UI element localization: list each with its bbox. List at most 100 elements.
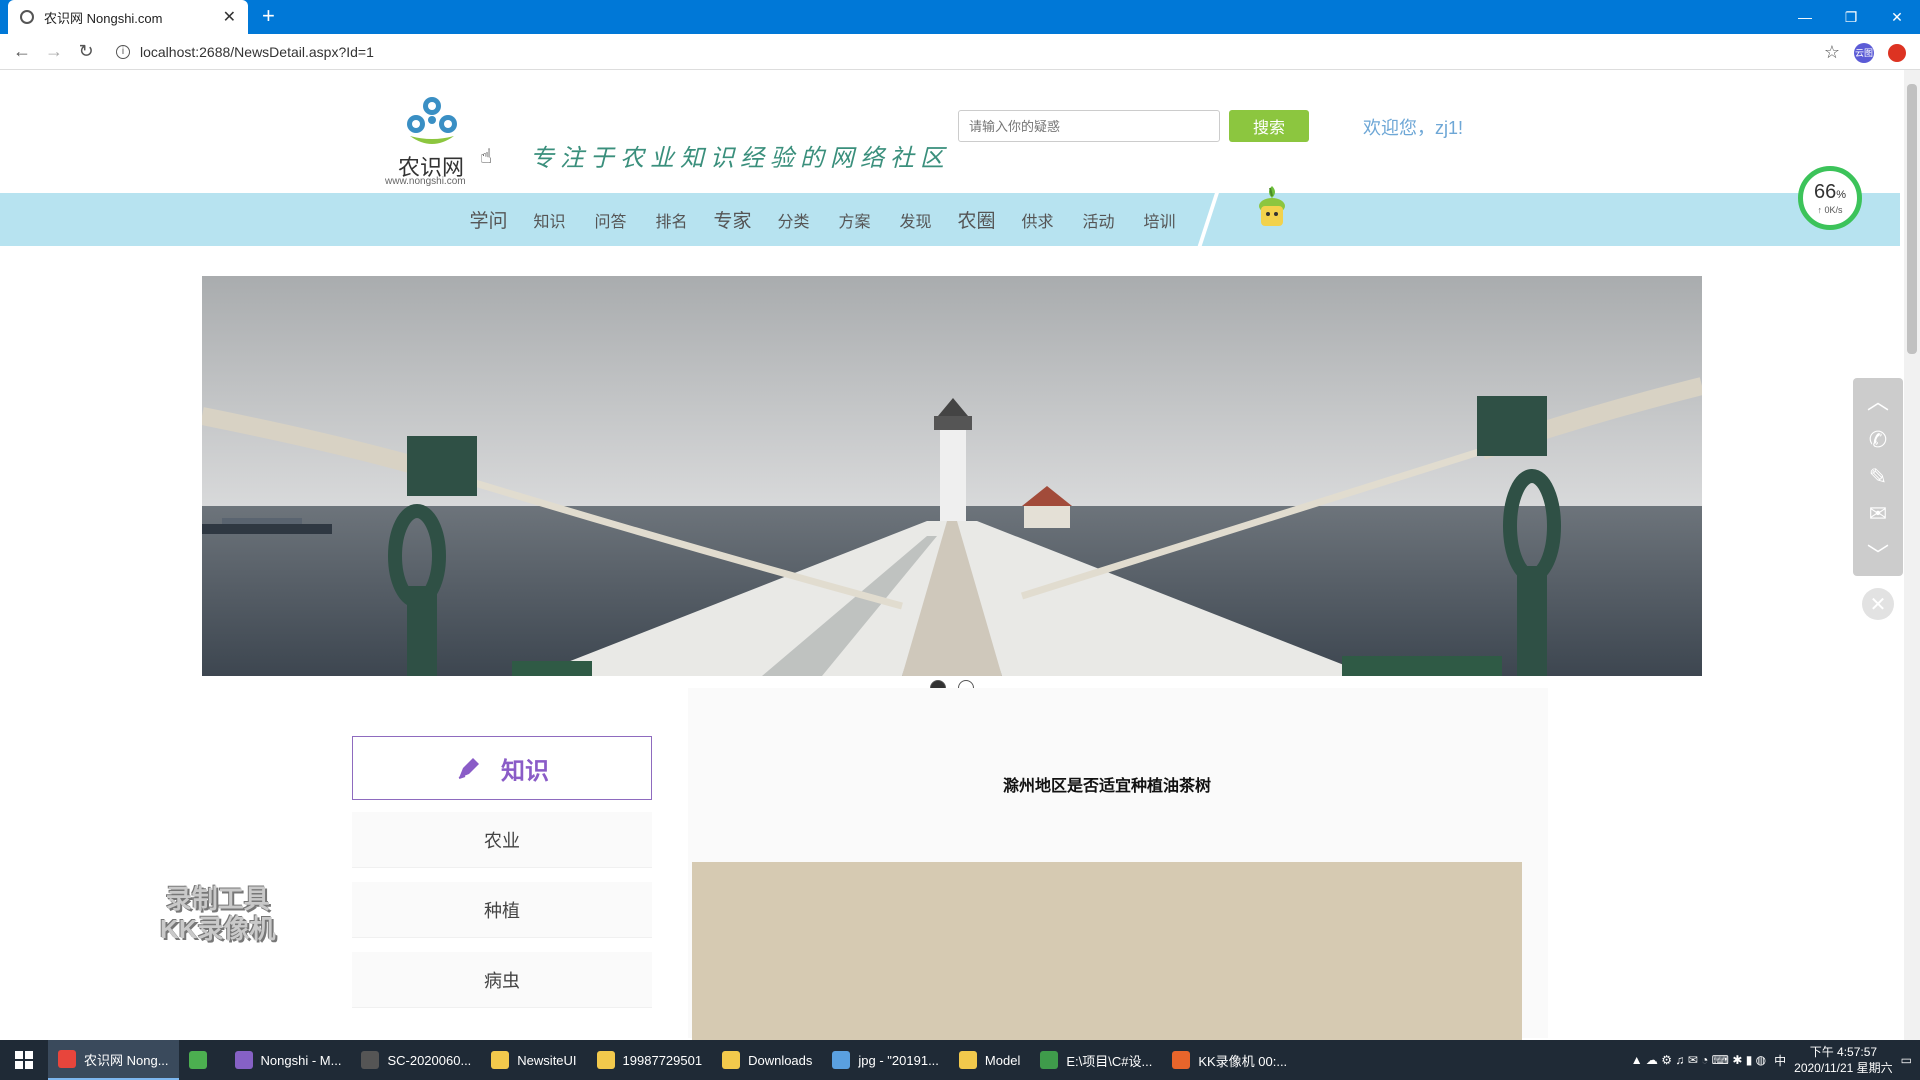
taskbar-item[interactable]: 农识网 Nong...: [48, 1040, 179, 1080]
taskbar-app-icon: [832, 1051, 851, 1069]
logo-url: www.nongshi.com: [385, 176, 466, 187]
url-text: localhost:2688/NewsDetail.aspx?Id=1: [140, 43, 374, 60]
taskbar-item-label: Nongshi - M...: [260, 1052, 342, 1068]
nav-item-fangan[interactable]: 方案: [824, 208, 885, 232]
ime-indicator[interactable]: 中: [1774, 1052, 1786, 1069]
mail-icon[interactable]: ✉: [1869, 501, 1887, 527]
meter-speed: ↑ 0K/s: [1817, 204, 1843, 215]
taskbar-item-label: jpg - "20191...: [858, 1052, 939, 1068]
page-favicon-icon: [20, 10, 34, 24]
category-panel-header[interactable]: 知识: [352, 736, 652, 800]
nav-item-xuewen[interactable]: 学问: [458, 206, 519, 233]
reload-icon[interactable]: ↻: [70, 41, 102, 62]
meter-percent: 66: [1813, 180, 1837, 203]
main-nav: 学问 知识 问答 排名 专家 分类 方案 发现 农圈 供求 活动 培训: [0, 193, 1900, 246]
search-button[interactable]: 搜索: [1229, 110, 1309, 142]
scroll-up-icon[interactable]: ︿: [1867, 384, 1889, 416]
extension-icon[interactable]: 云图: [1854, 42, 1874, 63]
category-panel-title: 知识: [501, 757, 549, 785]
watermark-line-2: KK录像机: [160, 914, 276, 944]
nav-item-zhishi[interactable]: 知识: [519, 208, 580, 232]
taskbar-item[interactable]: 19987729501: [587, 1040, 713, 1080]
category-item-nongye[interactable]: 农业: [352, 812, 652, 868]
taskbar: 农识网 Nong... Nongshi - M... SC-2020060... Ne…: [0, 1040, 1920, 1080]
mascot-icon: [1259, 186, 1285, 226]
category-item-zhongzhi[interactable]: 种植: [352, 882, 652, 938]
extension-red-icon[interactable]: [1888, 43, 1906, 62]
taskbar-item-label: NewsiteUI: [517, 1052, 577, 1068]
scrollbar-thumb[interactable]: [1907, 84, 1917, 354]
category-item-bingchong[interactable]: 病虫: [352, 952, 652, 1008]
taskbar-app-icon: [958, 1051, 977, 1069]
taskbar-item-label: 19987729501: [622, 1052, 703, 1068]
taskbar-item[interactable]: [179, 1040, 225, 1080]
nav-item-peixun[interactable]: 培训: [1129, 208, 1190, 232]
taskbar-item[interactable]: NewsiteUI: [481, 1040, 586, 1080]
taskbar-app-icon: [1040, 1051, 1059, 1069]
logo-flower-icon[interactable]: [402, 92, 462, 148]
taskbar-item-label: Downloads: [748, 1052, 813, 1068]
restore-icon[interactable]: ❐: [1828, 0, 1874, 34]
taskbar-app-icon: [491, 1051, 510, 1069]
windows-start-icon[interactable]: [0, 1040, 48, 1080]
page-scrollbar[interactable]: [1904, 70, 1920, 1040]
tab-close-icon[interactable]: ✕: [223, 7, 236, 27]
taskbar-item[interactable]: KK录像机 00:...: [1162, 1040, 1297, 1080]
taskbar-item[interactable]: Downloads: [712, 1040, 822, 1080]
close-window-icon[interactable]: ✕: [1874, 0, 1920, 34]
article-image: [692, 862, 1522, 1040]
welcome-text[interactable]: 欢迎您，zj1!: [1363, 114, 1463, 140]
nav-item-huodong[interactable]: 活动: [1068, 208, 1129, 232]
nav-item-faxian[interactable]: 发现: [885, 208, 946, 232]
bookmark-star-icon[interactable]: ☆: [1824, 42, 1840, 63]
clock[interactable]: 下午 4:57:57 2020/11/21 星期六: [1794, 1044, 1893, 1076]
edit-icon[interactable]: ✎: [1869, 464, 1887, 490]
pen-icon: [458, 758, 479, 779]
taskbar-item[interactable]: E:\项目\C#设...: [1030, 1040, 1162, 1080]
search-input[interactable]: [958, 110, 1220, 142]
nav-item-fenlei[interactable]: 分类: [763, 208, 824, 232]
tray-icons[interactable]: ▲ ☁ ⚙ ♫ ✉ ◔ ⌨ ✱ ▮ ◍: [1631, 1053, 1766, 1067]
notification-icon[interactable]: ▭: [1901, 1053, 1912, 1067]
network-speed-meter[interactable]: 66% ↑ 0K/s: [1798, 166, 1862, 230]
toolbar-close-icon[interactable]: ✕: [1862, 588, 1894, 620]
taskbar-app-icon: [722, 1051, 741, 1069]
scroll-down-icon[interactable]: ﹀: [1867, 538, 1889, 570]
minimize-icon[interactable]: —: [1782, 0, 1828, 34]
nav-item-gongqiu[interactable]: 供求: [1007, 208, 1068, 232]
taskbar-app-icon: [188, 1051, 207, 1069]
meter-percent-unit: %: [1836, 188, 1847, 201]
taskbar-app-icon: [234, 1051, 253, 1069]
forward-icon[interactable]: →: [38, 41, 70, 62]
taskbar-item[interactable]: SC-2020060...: [351, 1040, 481, 1080]
taskbar-item[interactable]: Nongshi - M...: [225, 1040, 352, 1080]
system-tray: ▲ ☁ ⚙ ♫ ✉ ◔ ⌨ ✱ ▮ ◍ 中 下午 4:57:57 2020/11…: [1631, 1040, 1912, 1080]
tab-title: 农识网 Nongshi.com: [44, 10, 163, 26]
phone-icon[interactable]: ✆: [1869, 427, 1887, 453]
taskbar-apps: 农识网 Nong... Nongshi - M... SC-2020060... Ne…: [48, 1040, 1297, 1080]
taskbar-item-label: SC-2020060...: [387, 1052, 472, 1068]
floating-toolbar: ︿ ✆ ✎ ✉ ﹀: [1853, 378, 1903, 576]
article-title: 滁州地区是否适宜种植油茶树: [1002, 778, 1211, 795]
taskbar-item-label: 农识网 Nong...: [84, 1052, 169, 1068]
nav-item-nongquan[interactable]: 农圈: [946, 206, 1007, 233]
back-icon[interactable]: ←: [6, 41, 38, 62]
nav-item-wenda[interactable]: 问答: [580, 208, 641, 232]
banner-image[interactable]: [202, 276, 1702, 676]
taskbar-item-label: E:\项目\C#设...: [1066, 1053, 1153, 1069]
clock-date: 2020/11/21 星期六: [1794, 1061, 1893, 1075]
site-info-icon[interactable]: i: [116, 44, 130, 59]
browser-tab-bar: 农识网 Nongshi.com ✕ + — ❐ ✕: [0, 0, 1920, 34]
window-controls: — ❐ ✕: [1782, 0, 1920, 34]
taskbar-item[interactable]: Model: [949, 1040, 1030, 1080]
taskbar-item[interactable]: jpg - "20191...: [822, 1040, 949, 1080]
nav-item-paiming[interactable]: 排名: [641, 208, 702, 232]
slogan: 专注于农业知识经验的网络社区: [530, 144, 950, 172]
url-field[interactable]: i localhost:2688/NewsDetail.aspx?Id=1: [116, 44, 374, 60]
taskbar-item-label: KK录像机 00:...: [1198, 1053, 1288, 1069]
watermark-line-1: 录制工具: [165, 884, 270, 914]
new-tab-button[interactable]: +: [262, 5, 275, 27]
taskbar-app-icon: [58, 1050, 76, 1068]
nav-item-zhuanjia[interactable]: 专家: [702, 206, 763, 233]
browser-tab[interactable]: 农识网 Nongshi.com ✕: [8, 0, 248, 34]
